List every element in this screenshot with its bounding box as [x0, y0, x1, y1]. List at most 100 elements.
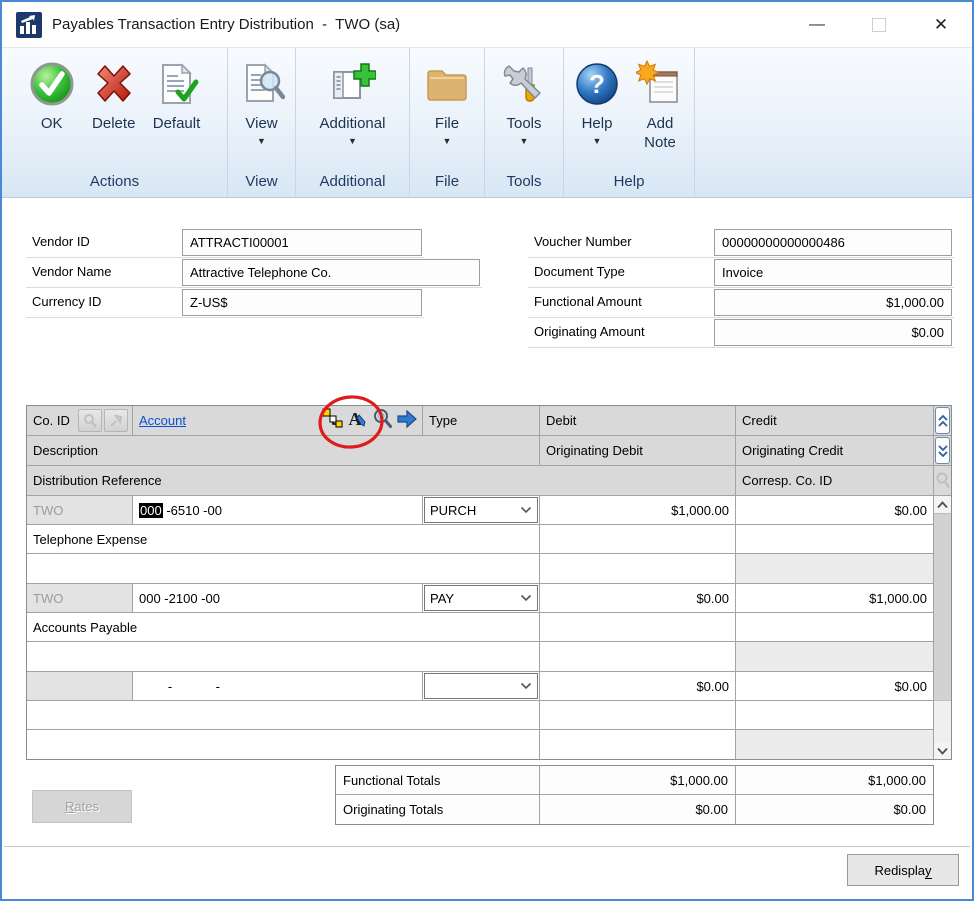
currency-id-label: Currency ID: [32, 294, 101, 309]
analytical-accounting-icon[interactable]: A: [346, 407, 370, 434]
dropdown-chevron-icon: [520, 594, 532, 602]
functional-totals-label: Functional Totals: [336, 766, 539, 794]
default-button[interactable]: Default: [148, 54, 206, 135]
co-id-lookup-button[interactable]: [78, 409, 102, 432]
row3-type-dropdown[interactable]: [424, 673, 538, 699]
help-menu-button[interactable]: ? Help ▼: [569, 54, 625, 149]
file-folder-icon: [424, 56, 470, 112]
originating-totals-credit: $0.00: [736, 795, 933, 824]
maximize-button[interactable]: [848, 2, 910, 48]
toolbar-group-help: ? Help ▼ Add Note He: [564, 48, 695, 197]
rates-button[interactable]: Rates: [32, 790, 132, 823]
row3-orig-debit-cell: [540, 701, 735, 729]
row3-account-cell[interactable]: - -: [133, 672, 422, 700]
currency-id-row: Currency ID Z-US$: [26, 288, 424, 318]
svg-text:?: ?: [589, 69, 605, 99]
row1-dist-reference-cell[interactable]: [27, 554, 539, 583]
tools-menu-button[interactable]: Tools ▼: [496, 54, 552, 149]
account-magnifier-icon[interactable]: [372, 408, 394, 433]
row2-credit-cell[interactable]: $1,000.00: [736, 584, 933, 612]
collapse-rows-button[interactable]: [935, 407, 950, 434]
view-menu-button[interactable]: View ▼: [234, 54, 290, 149]
view-dropdown-caret-icon: ▼: [257, 135, 266, 147]
row1-debit-cell[interactable]: $1,000.00: [540, 496, 735, 524]
account-link[interactable]: Account: [139, 413, 186, 428]
content-area: Vendor ID ATTRACTI00001 Vendor Name Attr…: [2, 198, 972, 899]
payables-distribution-window: Payables Transaction Entry Distribution …: [0, 0, 974, 901]
ok-check-icon: [29, 56, 75, 112]
delete-x-icon: [91, 56, 137, 112]
row2-corresp-cell: [736, 642, 933, 671]
row2-debit-cell[interactable]: $0.00: [540, 584, 735, 612]
originating-totals-debit: $0.00: [540, 795, 735, 824]
dropdown-chevron-icon: [520, 506, 532, 514]
functional-amount-row: Functional Amount $1,000.00: [528, 288, 954, 318]
voucher-number-value: 00000000000000486: [714, 229, 952, 256]
row1-co-id-cell: TWO: [27, 496, 132, 524]
row1-blank-debit-cell: [540, 554, 735, 583]
corresp-lookup-icon: [934, 466, 951, 495]
ok-button[interactable]: OK: [24, 54, 80, 135]
document-type-label: Document Type: [534, 264, 625, 279]
row2-type-dropdown[interactable]: PAY: [424, 585, 538, 611]
additional-plus-icon: [328, 56, 376, 112]
originating-debit-header: Originating Debit: [540, 436, 735, 465]
account-hierarchy-icon[interactable]: [322, 408, 344, 433]
row1-orig-credit-cell: [736, 525, 933, 553]
row1-credit-cell[interactable]: $0.00: [736, 496, 933, 524]
description-header: Description: [27, 436, 539, 465]
file-menu-button[interactable]: File ▼: [419, 54, 475, 149]
scroll-down-button[interactable]: [934, 742, 951, 759]
originating-totals-label: Originating Totals: [336, 795, 539, 824]
scroll-up-button[interactable]: [934, 496, 951, 513]
vendor-id-label: Vendor ID: [32, 234, 90, 249]
originating-amount-value: $0.00: [714, 319, 952, 346]
scroll-header-cell: [934, 406, 951, 435]
additional-dropdown-caret-icon: ▼: [348, 135, 357, 147]
vendor-name-label: Vendor Name: [32, 264, 112, 279]
scroll-thumb[interactable]: [934, 513, 951, 701]
scroll-up-icon: [937, 501, 948, 509]
row3-co-id-cell: [27, 672, 132, 700]
functional-amount-value: $1,000.00: [714, 289, 952, 316]
help-dropdown-caret-icon: ▼: [593, 135, 602, 147]
redisplay-button[interactable]: Redisplay: [847, 854, 959, 886]
row2-type-cell: PAY: [423, 584, 539, 612]
row2-account-cell[interactable]: 000 -2100 -00: [133, 584, 422, 612]
row1-account-cell[interactable]: 000 -6510 -00: [133, 496, 422, 524]
co-id-lookup-button-2[interactable]: [104, 409, 128, 432]
originating-amount-row: Originating Amount $0.00: [528, 318, 954, 348]
title-bar: Payables Transaction Entry Distribution …: [2, 2, 972, 48]
row2-dist-reference-cell[interactable]: [27, 642, 539, 671]
row3-description-cell[interactable]: [27, 701, 539, 729]
vendor-id-row: Vendor ID ATTRACTI00001: [26, 228, 424, 258]
account-header: Account A: [133, 406, 422, 435]
account-go-arrow-icon[interactable]: [396, 409, 418, 432]
row2-description-cell[interactable]: Accounts Payable: [27, 613, 539, 641]
row3-dist-reference-cell[interactable]: [27, 730, 539, 759]
expand-rows-button[interactable]: [935, 437, 950, 464]
add-note-button[interactable]: Add Note: [631, 54, 689, 154]
functional-amount-label: Functional Amount: [534, 294, 642, 309]
distribution-grid: Co. ID Account A: [26, 405, 952, 760]
toolbar-group-label-view: View: [228, 169, 295, 197]
row2-blank-debit-cell: [540, 642, 735, 671]
additional-menu-button[interactable]: Additional ▼: [315, 54, 391, 149]
toolbar-group-label-help: Help: [564, 169, 694, 197]
file-dropdown-caret-icon: ▼: [443, 135, 452, 147]
minimize-button[interactable]: —: [786, 2, 848, 48]
row1-type-dropdown[interactable]: PURCH: [424, 497, 538, 523]
row3-type-cell: [423, 672, 539, 700]
row3-credit-cell[interactable]: $0.00: [736, 672, 933, 700]
window-controls: — ✕: [786, 2, 972, 48]
document-type-value: Invoice: [714, 259, 952, 286]
delete-button[interactable]: Delete: [86, 54, 142, 135]
toolbar-group-label-file: File: [410, 169, 484, 197]
row2-orig-credit-cell: [736, 613, 933, 641]
row1-description-cell[interactable]: Telephone Expense: [27, 525, 539, 553]
toolbar-group-label-actions: Actions: [2, 169, 227, 197]
close-button[interactable]: ✕: [910, 2, 972, 48]
currency-id-value: Z-US$: [182, 289, 422, 316]
row3-debit-cell[interactable]: $0.00: [540, 672, 735, 700]
grid-scrollbar[interactable]: [934, 496, 951, 759]
